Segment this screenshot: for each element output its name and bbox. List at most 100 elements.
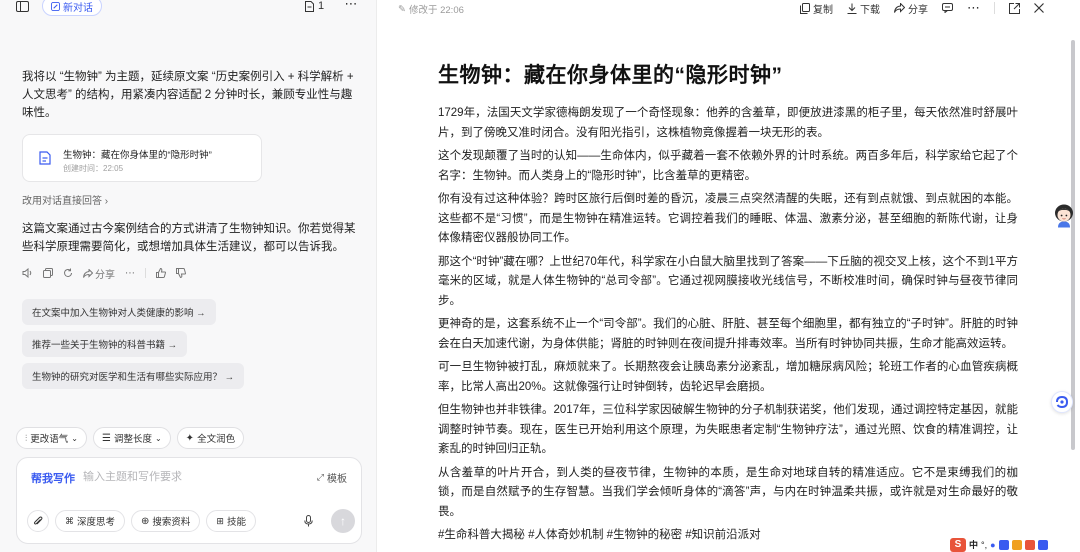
ime-toolbar: S 中 °, ● [950, 537, 1078, 552]
change-tone-button[interactable]: ⫶ 更改语气 ⌄ [16, 427, 87, 449]
ime-logo-icon[interactable]: S [950, 537, 966, 552]
new-chat-label: 新对话 [63, 2, 93, 14]
chevron-down-icon: ⌄ [154, 433, 162, 443]
share-label: 分享 [95, 269, 115, 281]
floating-assistant-button[interactable] [1051, 391, 1073, 413]
lines-icon: ☰ [101, 432, 111, 444]
document-body[interactable]: 生物钟：藏在你身体里的“隐形时钟” 1729年，法国天文学家德梅朗发现了一个奇怪… [438, 62, 1018, 552]
composer-mode-label[interactable]: 帮我写作 [31, 470, 75, 486]
deep-think-label: 深度思考 [77, 517, 116, 528]
copy-icon[interactable] [43, 268, 53, 278]
document-paragraph: 你有没有过这种体验？跨时区旅行后倒时差的昏沉，凌晨三点突然清醒的失眠，还有到点就… [438, 193, 1018, 244]
send-button[interactable]: ↑ [331, 509, 355, 533]
new-chat-button[interactable]: 新对话 [42, 0, 102, 16]
more-icon[interactable]: ⋯ [342, 0, 360, 13]
adjust-length-button[interactable]: ☰ 调整长度 ⌄ [92, 427, 171, 449]
share-button[interactable]: 分享 [83, 266, 115, 281]
document-panel: ✎ 修改于 22:06 复制 下载 分享 ⋯ 生物钟：藏在你身体里的“隐形时钟”… [378, 0, 1080, 552]
composer-input[interactable] [83, 468, 283, 486]
ime-language[interactable]: 中 [969, 538, 978, 551]
more-icon[interactable]: ⋯ [125, 268, 135, 279]
message-actions: 分享 ⋯ [22, 264, 186, 282]
comment-icon[interactable] [942, 3, 953, 13]
skills-button[interactable]: ⊞ 技能 [206, 510, 256, 532]
document-paragraph: 但生物钟也并非铁律。2017年，三位科学家因破解生物钟的分子机制获诺奖，他们发现… [438, 404, 1018, 455]
composer-actions: ⌘ 深度思考 ⊕ 搜索资料 ⊞ 技能 [27, 510, 256, 532]
switch-to-chat-answer-link[interactable]: 改用对话直接回答 › [22, 192, 108, 207]
document-toolbar: 复制 下载 分享 ⋯ [800, 0, 1044, 16]
document-card-time: 创建时间：22:05 [63, 164, 124, 173]
globe-icon: ⊕ [141, 515, 150, 527]
share-button[interactable]: 分享 [894, 1, 928, 16]
toolbox-icon[interactable] [1024, 539, 1035, 550]
grid-icon: ⊞ [216, 515, 224, 526]
document-paragraph: 可一旦生物钟被打乱，麻烦就来了。长期熬夜会让胰岛素分泌紊乱，增加糖尿病风险；轮班… [438, 361, 1018, 393]
divider [994, 2, 995, 14]
close-icon[interactable] [1034, 3, 1044, 13]
assistant-avatar[interactable] [1053, 204, 1075, 228]
waveform-icon: ⫶ [25, 432, 28, 443]
document-paragraph: 从含羞草的叶片开合，到人类的昼夜节律，生物钟的本质，是生命对地球自转的精准适应。… [438, 466, 1018, 518]
modified-time: 修改于 22:06 [408, 5, 464, 16]
copy-button[interactable]: 复制 [800, 1, 833, 16]
deep-think-button[interactable]: ⌘ 深度思考 [55, 510, 126, 532]
open-in-new-icon[interactable] [1009, 2, 1020, 14]
suggestion-chip[interactable]: 生物钟的研究对医学和生活有哪些实际应用？ → [22, 363, 245, 389]
download-button[interactable]: 下载 [847, 1, 880, 16]
document-count-button[interactable]: 1 [305, 0, 324, 12]
speaker-icon[interactable] [22, 268, 33, 278]
document-paragraph: 更神奇的是，这套系统不止一个“司令部”。我们的心脏、肝脏、甚至每个细胞里，都有独… [438, 318, 1018, 350]
expand-icon: ⤢ [316, 472, 324, 482]
document-paragraph: 1729年，法国天文学家德梅朗发现了一个奇怪现象：他养的含羞草，即便放进漆黑的柜… [438, 107, 1018, 139]
template-button[interactable]: ⤢ 模板 [317, 470, 347, 485]
chat-panel: 新对话 1 ⋯ 我将以 “生物钟” 为主题，延续原文案 “历史案例引入 + 科学… [0, 0, 377, 552]
download-icon [847, 3, 857, 14]
search-label: 搜索资料 [152, 517, 191, 528]
assistant-logo-icon [1056, 396, 1069, 408]
modified-status: ✎ 修改于 22:06 [398, 2, 464, 17]
deep-think-icon: ⌘ [65, 515, 74, 526]
suggestion-chip[interactable]: 在文案中加入生物钟对人类健康的影响 → [22, 299, 216, 325]
share-icon [83, 268, 93, 278]
scrollbar[interactable] [1071, 40, 1075, 450]
writing-tools: ⫶ 更改语气 ⌄ ☰ 调整长度 ⌄ ✦ 全文润色 [16, 427, 245, 449]
chevron-down-icon: ⌄ [71, 433, 78, 443]
retry-label: 改用对话直接回答 [22, 196, 102, 207]
change-tone-label: 更改语气 [30, 434, 69, 445]
more-icon[interactable]: ⋯ [967, 0, 980, 16]
search-button[interactable]: ⊕ 搜索资料 [131, 510, 201, 532]
divider [145, 268, 146, 278]
chevron-right-icon: › [104, 196, 109, 207]
thumbs-up-icon[interactable] [156, 268, 166, 278]
document-paragraph: 那这个“时钟”藏在哪？上世纪70年代，科学家在小白鼠大脑里找到了答案——下丘脑的… [438, 255, 1018, 307]
copy-label: 复制 [813, 4, 833, 16]
keyboard-icon[interactable] [998, 539, 1009, 550]
document-card-title: 生物钟：藏在你身体里的“隐形时钟” [63, 150, 212, 161]
document-card[interactable]: 生物钟：藏在你身体里的“隐形时钟” 创建时间：22:05 [22, 134, 262, 182]
download-label: 下载 [860, 4, 880, 16]
ime-punctuation[interactable]: °, [981, 540, 987, 550]
assistant-summary-message: 这篇文案通过古今案例结合的方式讲清了生物钟知识。你若觉得某些科学原理需要简化，或… [22, 223, 356, 253]
polish-label: 全文润色 [197, 434, 236, 445]
skills-label: 技能 [226, 517, 246, 528]
regenerate-icon[interactable] [63, 268, 73, 278]
chat-header: 新对话 1 ⋯ [0, 0, 377, 16]
skin-icon[interactable] [1011, 539, 1022, 550]
assistant-intro-message: 我将以 “生物钟” 为主题，延续原文案 “历史案例引入 + 科学解析 + 人文思… [22, 71, 354, 119]
menu-icon[interactable] [1037, 539, 1048, 550]
document-count: 1 [318, 0, 325, 12]
document-tags: #生命科普大揭秘 #人体奇妙机制 #生物钟的秘密 #知识前沿派对 [438, 529, 761, 541]
sparkle-icon: ✦ [185, 432, 195, 444]
template-label: 模板 [327, 474, 347, 485]
document-icon [305, 0, 314, 12]
copy-icon [800, 2, 810, 14]
polish-full-text-button[interactable]: ✦ 全文润色 [176, 427, 245, 449]
paperclip-icon [33, 515, 43, 525]
microphone-icon[interactable] [299, 512, 317, 530]
sidebar-toggle-icon[interactable] [12, 0, 32, 16]
attach-button[interactable] [27, 510, 49, 532]
arrow-up-icon: ↑ [340, 514, 346, 528]
microphone-icon[interactable]: ● [990, 540, 995, 550]
suggestion-chip[interactable]: 推荐一些关于生物钟的科普书籍 → [22, 331, 188, 357]
thumbs-down-icon[interactable] [176, 268, 186, 278]
